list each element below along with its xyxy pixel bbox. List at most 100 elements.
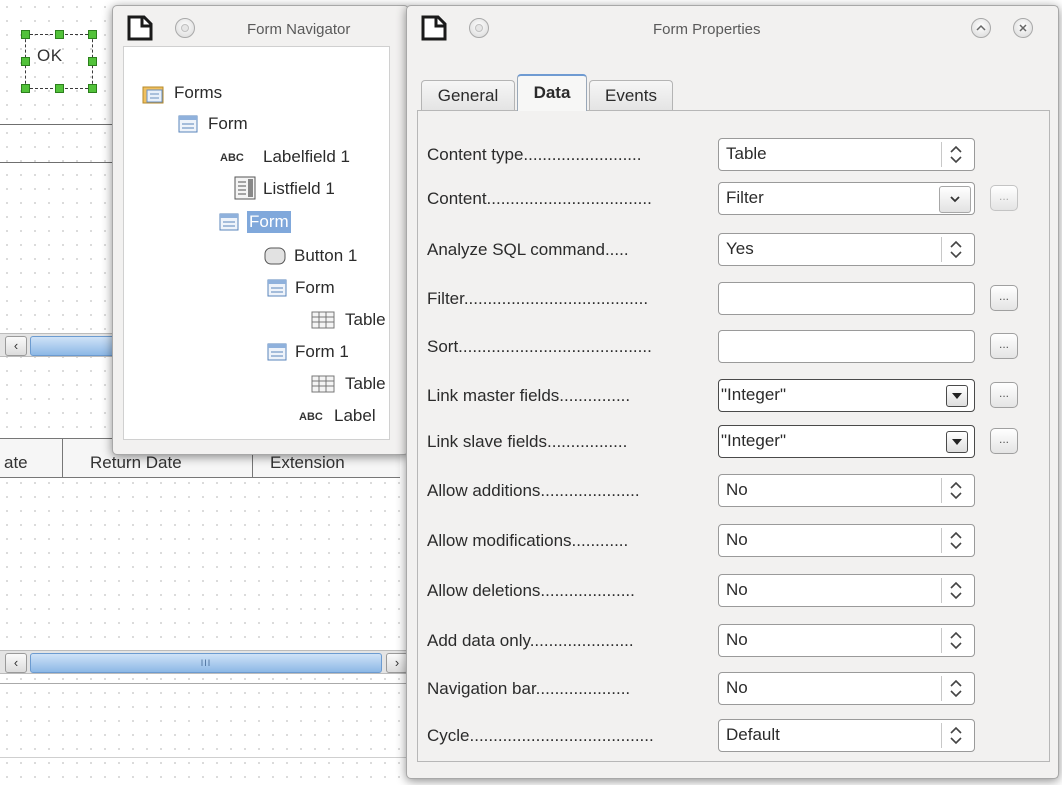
spin-updown-icon[interactable]	[941, 478, 970, 503]
close-icon	[1019, 24, 1027, 32]
form-icon	[267, 343, 287, 361]
property-label: Link slave fields.................	[427, 432, 628, 451]
column-header-date[interactable]: ate	[4, 453, 28, 473]
field-value: No	[726, 580, 748, 599]
property-label: Content type.........................	[427, 145, 642, 164]
ok-push-button-control[interactable]: OK	[21, 30, 97, 93]
minimize-button[interactable]	[971, 18, 991, 38]
tree-label: Form	[295, 278, 335, 297]
filter-browse-button[interactable]: ...	[990, 285, 1018, 311]
navigation-bar-spinbox[interactable]: No	[718, 672, 975, 705]
triangle-down-icon	[952, 393, 962, 399]
tree-label: Form 1	[295, 342, 349, 361]
ok-button-label: OK	[37, 46, 63, 65]
form-icon	[267, 279, 287, 297]
tree-label: Label	[334, 406, 376, 425]
tree-label: Form	[208, 114, 248, 133]
label-abc-icon: ABC	[220, 152, 244, 164]
property-label: Allow deletions....................	[427, 581, 635, 600]
field-value: Yes	[726, 239, 754, 258]
property-label: Analyze SQL command.....	[427, 240, 629, 259]
form-properties-window[interactable]: Form Properties General Data Events Cont…	[406, 5, 1059, 779]
link-master-browse-button[interactable]: ...	[990, 382, 1018, 408]
scroll-left-icon[interactable]: ‹	[5, 336, 27, 356]
property-row-link-master-fields: Link master fields............... "Integ…	[418, 374, 1049, 414]
dropdown-button[interactable]	[946, 431, 968, 453]
form-navigator-window[interactable]: Form Navigator Forms Form ABC Labelfield…	[112, 5, 409, 455]
spin-updown-icon[interactable]	[941, 237, 970, 262]
analyze-sql-spinbox[interactable]: Yes	[718, 233, 975, 266]
spin-updown-icon[interactable]	[941, 578, 970, 603]
dropdown-button[interactable]	[946, 385, 968, 407]
field-value: No	[726, 630, 748, 649]
chevron-down-icon	[950, 196, 960, 203]
spin-updown-icon[interactable]	[941, 528, 970, 553]
scroll-left-icon[interactable]: ‹	[5, 653, 27, 673]
property-label: Filter..................................…	[427, 289, 649, 308]
window-menu-button[interactable]	[469, 18, 489, 38]
property-row-navigation-bar: Navigation bar.................... No	[418, 667, 1049, 707]
scroll-right-icon[interactable]: ›	[386, 653, 408, 673]
content-dropdown[interactable]: Filter	[718, 182, 975, 215]
column-header-extension[interactable]: Extension	[270, 453, 345, 473]
property-label: Allow additions.....................	[427, 481, 640, 500]
field-value: "Integer"	[721, 385, 786, 404]
label-abc-icon: ABC	[299, 411, 323, 423]
cycle-spinbox[interactable]: Default	[718, 719, 975, 752]
window-menu-button[interactable]	[175, 18, 195, 38]
spin-updown-icon[interactable]	[941, 142, 970, 167]
tab-general[interactable]: General	[421, 80, 515, 110]
property-row-link-slave-fields: Link slave fields................. "Inte…	[418, 420, 1049, 460]
tab-data[interactable]: Data	[517, 74, 587, 111]
column-header-return-date[interactable]: Return Date	[90, 453, 182, 473]
data-properties-panel: Content type......................... Ta…	[417, 110, 1050, 762]
tree-label: Listfield 1	[263, 179, 335, 198]
content-browse-button[interactable]: ...	[990, 185, 1018, 211]
scrollbar-thumb[interactable]	[30, 336, 120, 356]
spin-updown-icon[interactable]	[941, 676, 970, 701]
sort-browse-button[interactable]: ...	[990, 333, 1018, 359]
field-value: Filter	[726, 188, 764, 207]
form-icon	[178, 115, 198, 133]
listbox-icon	[234, 176, 256, 200]
chevron-up-icon	[976, 24, 986, 31]
property-row-add-data-only: Add data only...................... No	[418, 619, 1049, 659]
form-navigator-tree[interactable]: Forms Form ABC Labelfield 1 Listfield 1 …	[123, 46, 390, 440]
field-value: No	[726, 480, 748, 499]
allow-deletions-spinbox[interactable]: No	[718, 574, 975, 607]
tab-events[interactable]: Events	[589, 80, 673, 110]
tree-label: Form	[247, 211, 291, 233]
form-icon	[219, 213, 239, 231]
property-label: Content.................................…	[427, 189, 652, 208]
spin-updown-icon[interactable]	[941, 628, 970, 653]
field-value: Table	[726, 144, 767, 163]
tree-label: Labelfield 1	[263, 147, 350, 166]
allow-modifications-spinbox[interactable]: No	[718, 524, 975, 557]
sort-text-field[interactable]	[718, 330, 975, 363]
properties-titlebar[interactable]: Form Properties	[407, 6, 1058, 50]
property-row-content-type: Content type......................... Ta…	[418, 133, 1049, 173]
upper-horizontal-scrollbar[interactable]: ‹	[0, 333, 120, 357]
property-label: Link master fields...............	[427, 386, 631, 405]
spin-updown-icon[interactable]	[941, 723, 970, 748]
scrollbar-thumb[interactable]: III	[30, 653, 382, 673]
content-type-spinbox[interactable]: Table	[718, 138, 975, 171]
link-master-fields-combo[interactable]: "Integer"	[718, 379, 975, 412]
tree-label: Table	[345, 374, 386, 393]
link-slave-browse-button[interactable]: ...	[990, 428, 1018, 454]
add-data-only-spinbox[interactable]: No	[718, 624, 975, 657]
link-slave-fields-combo[interactable]: "Integer"	[718, 425, 975, 458]
libreoffice-app-icon	[421, 15, 447, 41]
property-label: Add data only......................	[427, 631, 634, 650]
property-row-cycle: Cycle...................................…	[418, 714, 1049, 754]
navigator-titlebar[interactable]: Form Navigator	[113, 6, 408, 50]
property-row-analyze-sql: Analyze SQL command..... Yes	[418, 228, 1049, 268]
field-value: No	[726, 530, 748, 549]
dropdown-button[interactable]	[939, 186, 971, 213]
button-icon	[264, 247, 286, 265]
lower-horizontal-scrollbar[interactable]: ‹ III ›	[0, 650, 410, 674]
close-button[interactable]	[1013, 18, 1033, 38]
property-row-allow-modifications: Allow modifications............ No	[418, 519, 1049, 559]
filter-text-field[interactable]	[718, 282, 975, 315]
allow-additions-spinbox[interactable]: No	[718, 474, 975, 507]
